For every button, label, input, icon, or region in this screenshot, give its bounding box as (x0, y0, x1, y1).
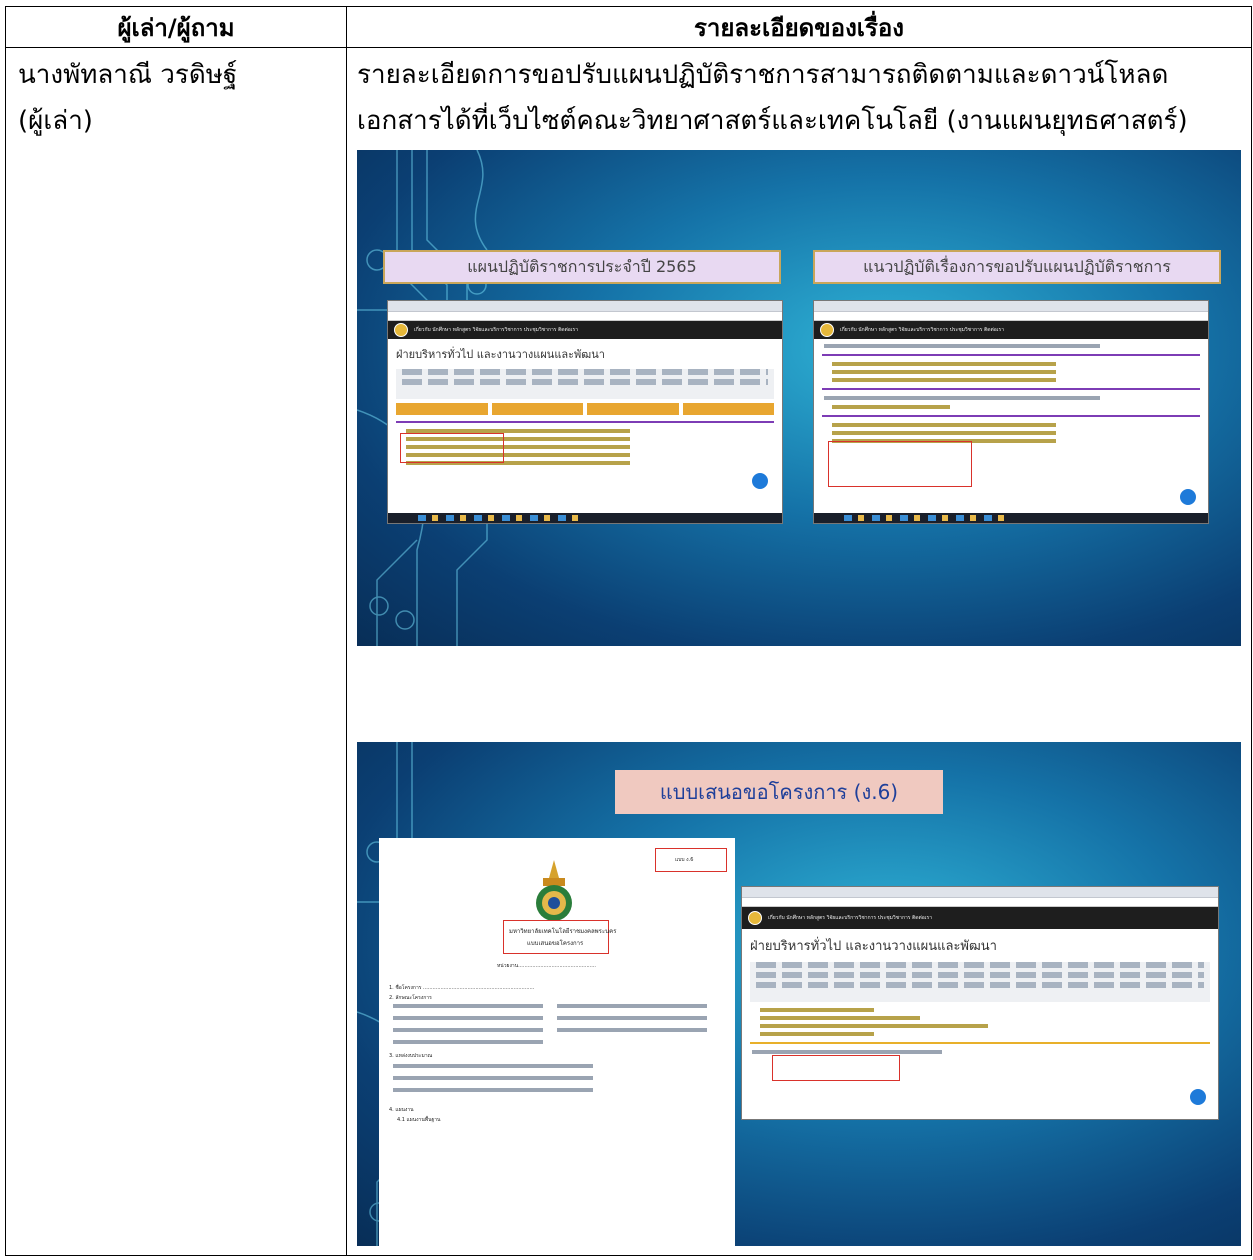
form-university: มหาวิทยาลัยเทคโนโลยีราชมงคลพระนคร (509, 928, 617, 935)
form-code: แบบ ง.6 (675, 857, 694, 863)
slide1-left-heading: แผนปฏิบัติราชการประจำปี 2565 (383, 250, 781, 284)
highlight-box (772, 1055, 900, 1081)
highlight-box (400, 433, 504, 463)
form-item-2: 2. ลักษณะโครงการ (389, 995, 432, 1001)
detail-line-2: เอกสารได้ที่เว็บไซต์คณะวิทยาศาสตร์และเทค… (357, 106, 1188, 136)
narrator-name: นางพัทลาณี วรดิษฐ์ (18, 60, 238, 90)
slide-project-form: แบบเสนอขอโครงการ (ง.6) แบบ ง.6 มหาวิทยาล… (357, 742, 1241, 1246)
narrator-role: (ผู้เล่า) (18, 106, 93, 136)
slide-plan-2565: แผนปฏิบัติราชการประจำปี 2565 แนวปฏิบัติเ… (357, 150, 1241, 646)
university-seal-icon (536, 860, 572, 921)
detail-cell: รายละเอียดการขอปรับแผนปฏิบัติราชการสามาร… (347, 48, 1251, 1246)
chat-icon (1178, 487, 1198, 507)
form-title: แบบเสนอขอโครงการ (527, 940, 584, 947)
form-item-1: 1. ชื่อโครงการ .........................… (389, 985, 535, 991)
slide2-heading: แบบเสนอขอโครงการ (ง.6) (615, 770, 943, 814)
faculty-logo-icon (820, 323, 834, 337)
header-details: รายละเอียดของเรื่อง (346, 6, 1252, 48)
header-narrator: ผู้เล่า/ผู้ถาม (5, 6, 347, 48)
form-item-4: 4. แผนงาน (389, 1107, 414, 1113)
page-title: ฝ่ายบริหารทั่วไป และงานวางแผนและพัฒนา (396, 348, 605, 361)
detail-line-1: รายละเอียดการขอปรับแผนปฏิบัติราชการสามาร… (357, 60, 1169, 90)
story-table: ผู้เล่า/ผู้ถาม รายละเอียดของเรื่อง นางพั… (5, 6, 1252, 1256)
form-item-4-1: 4.1 แผนงานพื้นฐาน (397, 1117, 441, 1123)
faculty-logo-icon (394, 323, 408, 337)
chat-icon (1188, 1087, 1208, 1107)
narrator-cell: นางพัทลาณี วรดิษฐ์ (ผู้เล่า) (6, 48, 346, 144)
form-item-3: 3. แหล่งงบประมาณ (389, 1053, 433, 1059)
slide1-left-screenshot: เกี่ยวกับ นักศึกษา หลักสูตร วิจัยและบริก… (387, 300, 783, 524)
slide1-right-heading: แนวปฏิบัติเรื่องการขอปรับแผนปฏิบัติราชกา… (813, 250, 1221, 284)
page-title: ฝ่ายบริหารทั่วไป และงานวางแผนและพัฒนา (750, 939, 997, 954)
project-form-document: แบบ ง.6 มหาวิทยาลัยเทคโนโลยีราชมงคลพระนค… (379, 838, 735, 1246)
slide1-right-screenshot: เกี่ยวกับ นักศึกษา หลักสูตร วิจัยและบริก… (813, 300, 1209, 524)
chat-icon (750, 471, 770, 491)
site-nav: เกี่ยวกับ นักศึกษา หลักสูตร วิจัยและบริก… (840, 327, 1005, 333)
form-unit: หน่วยงาน................................… (497, 963, 596, 969)
highlight-box (828, 441, 972, 487)
site-nav: เกี่ยวกับ นักศึกษา หลักสูตร วิจัยและบริก… (768, 915, 933, 921)
faculty-logo-icon (748, 911, 762, 925)
slide2-screenshot: เกี่ยวกับ นักศึกษา หลักสูตร วิจัยและบริก… (741, 886, 1219, 1120)
site-nav: เกี่ยวกับ นักศึกษา หลักสูตร วิจัยและบริก… (414, 327, 579, 333)
